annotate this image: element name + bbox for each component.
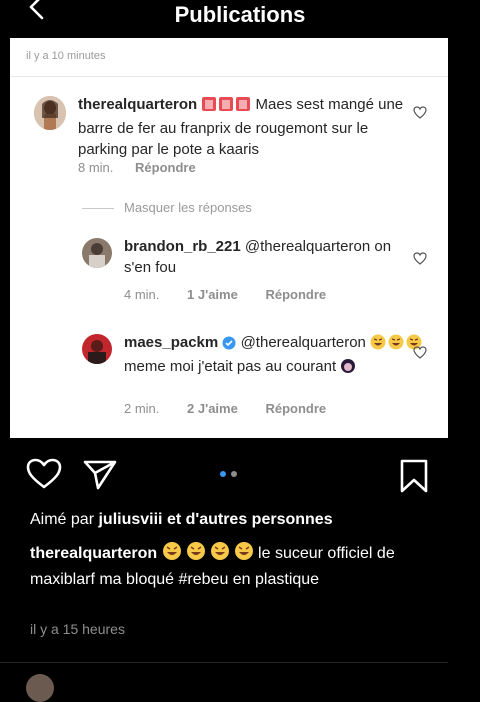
screen-edge <box>448 36 480 695</box>
like-comment-heart-icon[interactable] <box>413 106 427 119</box>
post-caption: therealquarteron le suceur officiel de m… <box>30 541 450 591</box>
avatar-photo <box>34 96 66 130</box>
reply-likes[interactable]: 1 J'aime <box>187 287 238 302</box>
reply-button[interactable]: Répondre <box>265 401 326 416</box>
avatar[interactable] <box>82 334 112 364</box>
reply-button[interactable]: Répondre <box>135 160 196 175</box>
reply-button[interactable]: Répondre <box>265 287 326 302</box>
bookmark-icon[interactable] <box>399 458 429 494</box>
liked-by-user[interactable]: juliusviii <box>98 511 162 528</box>
main-comment: therealquarteron Maes sest mangé une bar… <box>78 94 408 160</box>
liked-by-prefix: Aimé par <box>30 511 95 528</box>
divider <box>0 662 450 663</box>
like-reply-heart-icon[interactable] <box>413 346 427 359</box>
heart-icon[interactable] <box>26 458 62 490</box>
reply-mention[interactable]: @therealquarteron <box>245 238 370 255</box>
reply-comment: maes_packm @therealquarteron meme moi j'… <box>124 332 424 380</box>
avatar-photo <box>82 334 112 364</box>
send-icon[interactable] <box>82 458 118 490</box>
liked-by-suffix[interactable]: et d'autres personnes <box>167 511 333 528</box>
reply-likes[interactable]: 2 J'aime <box>187 401 238 416</box>
carousel-dot <box>231 471 237 477</box>
reply-comment: brandon_rb_221 @therealquarteron on s'en… <box>124 236 414 278</box>
police-light-emoji <box>201 96 251 118</box>
avatar[interactable] <box>34 96 66 130</box>
reply-time: 4 min. <box>124 287 160 302</box>
verified-badge-icon <box>222 335 236 356</box>
reply-username[interactable]: brandon_rb_221 <box>124 238 241 255</box>
post-timestamp: il y a 15 heures <box>30 621 125 637</box>
comment-username[interactable]: therealquarteron <box>78 96 197 113</box>
reply-meta: 4 min. 1 J'aime Répondre <box>124 287 326 302</box>
avatar-photo <box>82 238 112 268</box>
hide-replies-button[interactable]: Masquer les réponses <box>124 200 252 215</box>
next-post-avatar[interactable] <box>26 674 54 702</box>
comment-time: 8 min. <box>78 160 114 175</box>
avatar[interactable] <box>82 238 112 268</box>
reply-time: 2 min. <box>124 401 160 416</box>
reply-mention[interactable]: @therealquarteron <box>241 334 366 351</box>
post-footer: Aimé par juliusviii et d'autres personne… <box>0 438 480 702</box>
like-reply-heart-icon[interactable] <box>413 252 427 265</box>
comment-meta: 8 min. Répondre <box>78 160 196 175</box>
hide-replies-line <box>82 208 114 209</box>
comment-timestamp: il y a 10 minutes <box>26 50 106 62</box>
face-emoji <box>340 358 356 380</box>
carousel-dot-active <box>220 471 226 477</box>
reply-text: meme moi j'etait pas au courant <box>124 358 337 375</box>
divider <box>10 76 448 77</box>
caption-username[interactable]: therealquarteron <box>30 545 157 562</box>
reply-username[interactable]: maes_packm <box>124 334 218 351</box>
top-bar: Publications <box>0 0 480 36</box>
comments-card: il y a 10 minutes therealquarteron Maes … <box>10 38 448 438</box>
likes-summary: Aimé par juliusviii et d'autres personne… <box>30 511 333 529</box>
reply-meta: 2 min. 2 J'aime Répondre <box>124 401 326 416</box>
laughing-emoji <box>162 541 254 568</box>
page-title: Publications <box>174 2 306 27</box>
